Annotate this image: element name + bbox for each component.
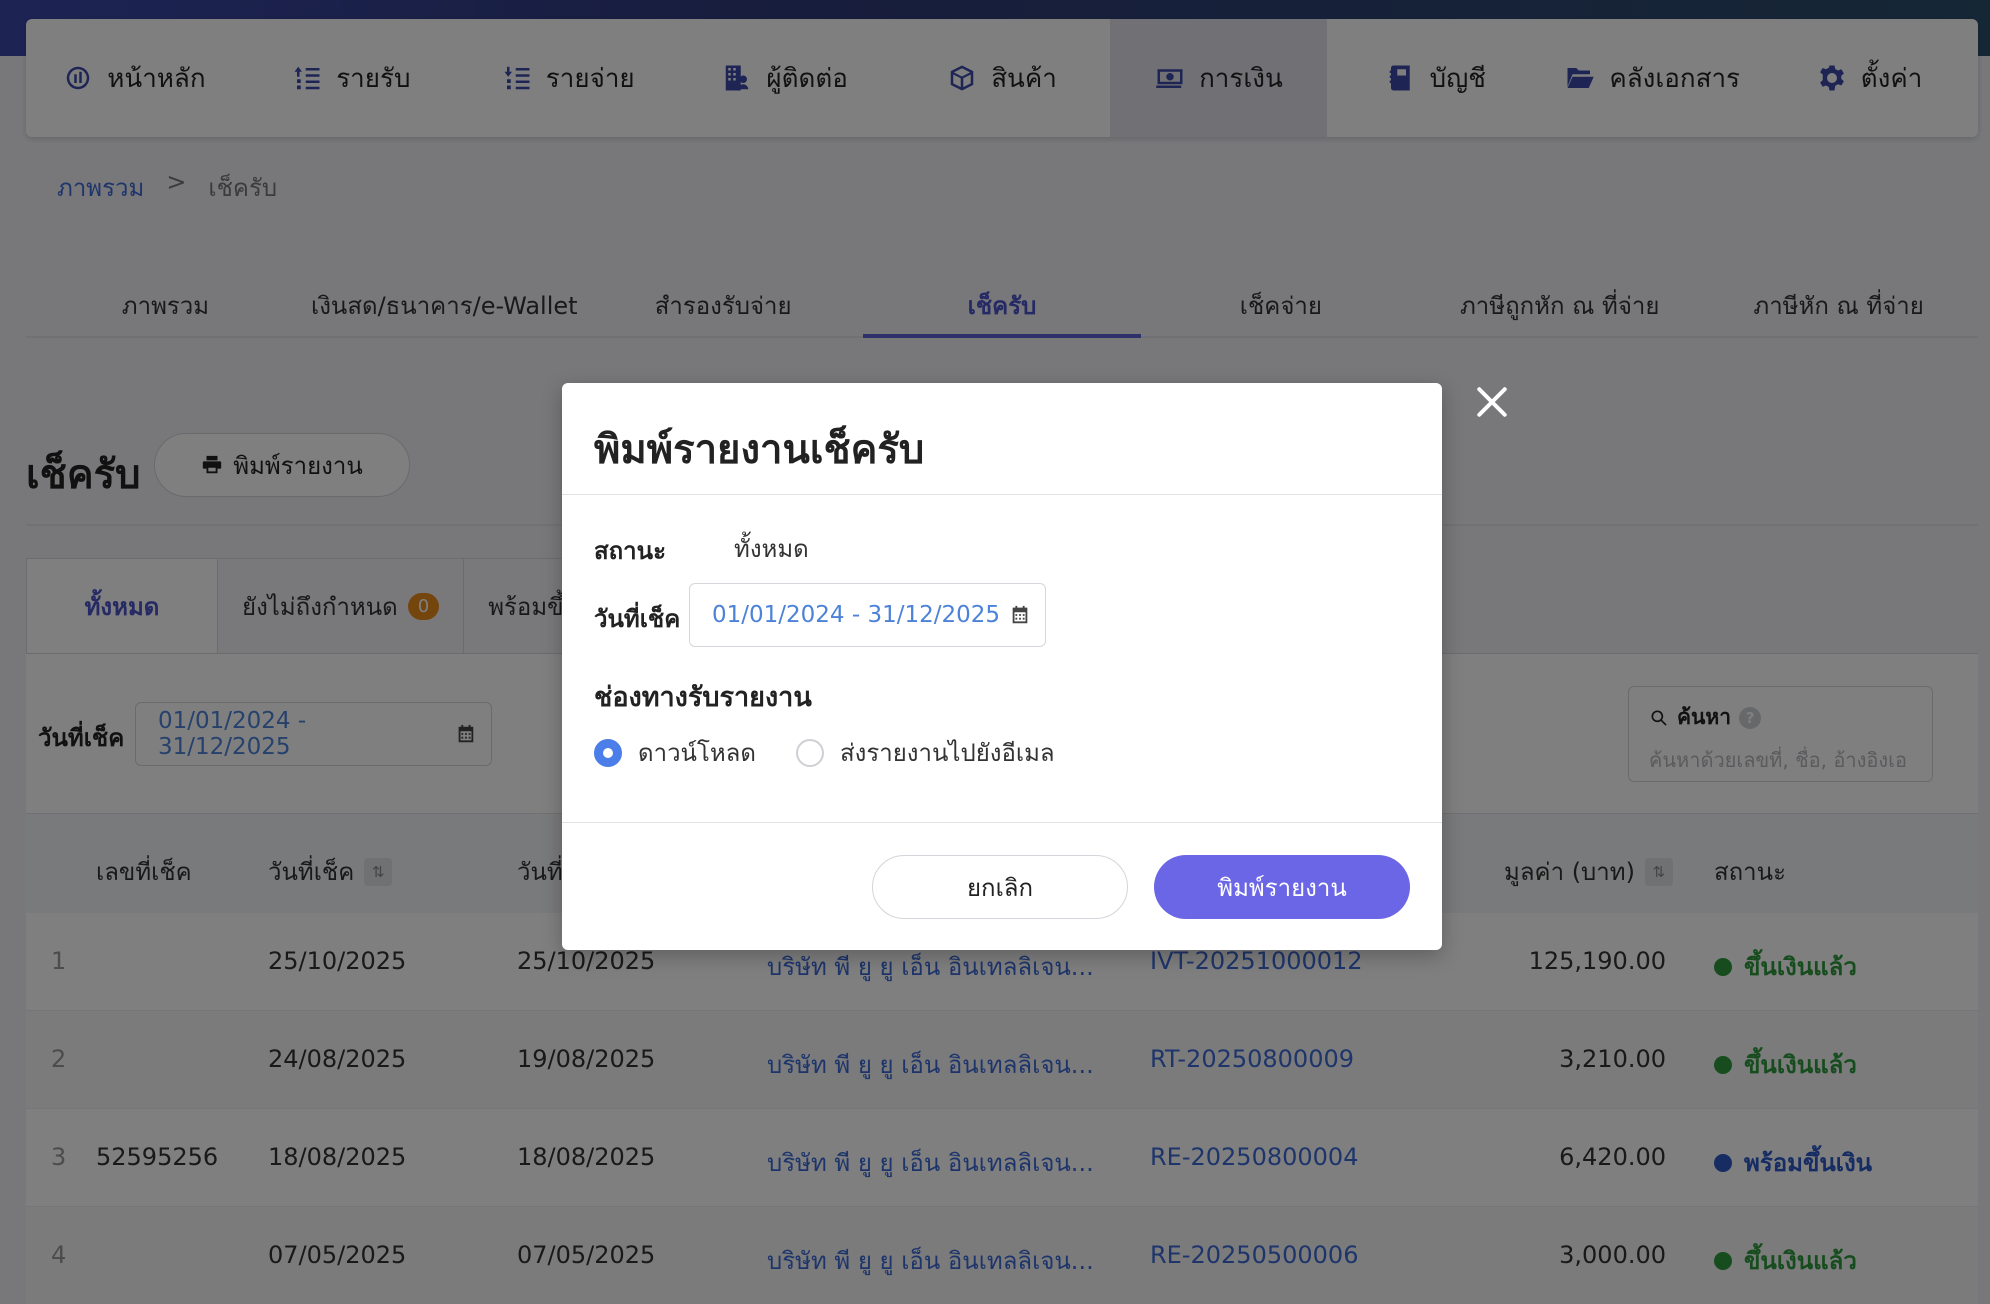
dialog-status-value: ทั้งหมด — [734, 535, 809, 563]
radio-unselected-icon[interactable] — [796, 738, 824, 767]
print-report-submit-button[interactable]: พิมพ์รายงาน — [1154, 855, 1410, 919]
dialog-divider — [562, 494, 1442, 495]
radio-download[interactable]: ดาวน์โหลด — [594, 733, 756, 772]
cancel-button[interactable]: ยกเลิก — [872, 855, 1128, 919]
radio-download-label: ดาวน์โหลด — [638, 739, 756, 767]
radio-selected-icon[interactable] — [594, 738, 622, 767]
report-channel-heading: ช่องทางรับรายงาน — [594, 682, 812, 713]
radio-send-email[interactable]: ส่งรายงานไปยังอีเมล — [796, 733, 1055, 772]
dialog-footer-divider — [562, 822, 1442, 823]
date-range-value: 01/01/2024 - 31/12/2025 — [712, 602, 1001, 628]
close-icon[interactable] — [1474, 384, 1510, 420]
dialog-date-label: วันที่เช็ค — [594, 605, 681, 633]
dialog-title: พิมพ์รายงานเช็ครับ — [594, 427, 925, 473]
print-report-dialog: พิมพ์รายงานเช็ครับ สถานะ ทั้งหมด วันที่เ… — [562, 383, 1442, 950]
dialog-status-label: สถานะ — [594, 537, 666, 565]
dialog-date-range-input[interactable]: 01/01/2024 - 31/12/2025 — [689, 583, 1046, 647]
radio-email-label: ส่งรายงานไปยังอีเมล — [840, 739, 1055, 767]
calendar-icon — [1012, 605, 1028, 624]
